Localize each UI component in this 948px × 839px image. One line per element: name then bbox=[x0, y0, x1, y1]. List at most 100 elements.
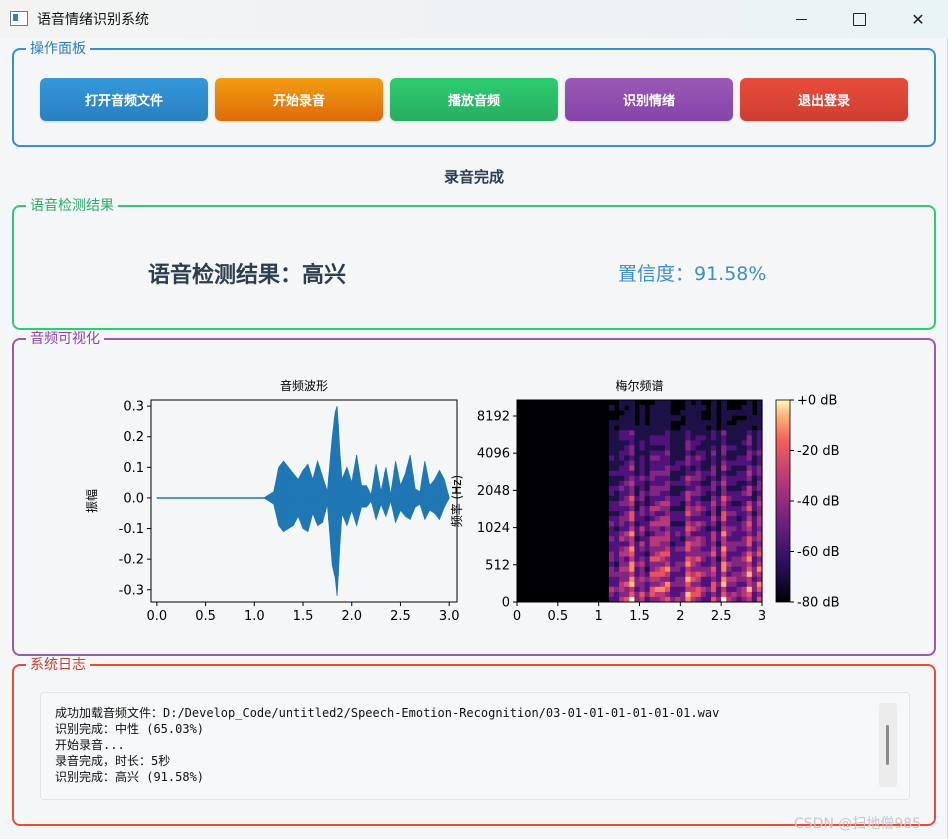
spectrogram-cell bbox=[624, 536, 630, 542]
spectrogram-cell bbox=[700, 450, 707, 457]
spectrogram-cell bbox=[746, 400, 753, 406]
play-audio-button[interactable]: 播放音频 bbox=[390, 78, 558, 121]
spectrogram-cell bbox=[685, 440, 692, 446]
spectrogram-ytick-label: 1024 bbox=[477, 521, 510, 536]
spectrogram-cell bbox=[731, 470, 738, 477]
colorbar-tick-label: -80 dB bbox=[797, 596, 840, 611]
spectrogram-cell bbox=[634, 521, 641, 527]
spectrogram-cell bbox=[741, 511, 748, 517]
spectrogram-cell bbox=[716, 571, 722, 578]
spectrogram-cell bbox=[665, 410, 671, 416]
spectrogram-cell bbox=[711, 591, 717, 598]
spectrogram-cell bbox=[695, 420, 702, 426]
spectrogram-cell bbox=[716, 445, 722, 451]
spectrogram-cell bbox=[680, 506, 686, 512]
spectrogram-cell bbox=[608, 495, 615, 502]
spectrogram-cell bbox=[654, 571, 661, 578]
spectrogram-cell bbox=[741, 586, 748, 593]
spectrogram-cell bbox=[608, 591, 615, 598]
spectrogram-cell bbox=[629, 541, 635, 547]
spectrogram-cell bbox=[619, 420, 625, 426]
spectrogram-cell bbox=[639, 541, 646, 547]
spectrogram-cell bbox=[746, 465, 753, 472]
spectrogram-cell bbox=[690, 511, 697, 517]
logout-button[interactable]: 退出登录 bbox=[740, 78, 908, 121]
spectrogram-cell bbox=[700, 465, 707, 472]
spectrogram-cell bbox=[700, 495, 707, 502]
spectrogram-cell bbox=[654, 455, 661, 462]
spectrogram-cell bbox=[685, 581, 692, 588]
spectrogram-cell bbox=[731, 410, 738, 416]
spectrogram-cell bbox=[716, 566, 722, 573]
waveform-xtick-label: 1.5 bbox=[293, 609, 314, 624]
spectrogram-cell bbox=[654, 541, 661, 547]
spectrogram-cell bbox=[751, 516, 758, 522]
spectrogram-cell bbox=[690, 430, 697, 436]
spectrogram-cell bbox=[711, 435, 717, 441]
spectrogram-cell bbox=[741, 556, 748, 563]
spectrogram-cell bbox=[721, 506, 727, 512]
recognize-emotion-button[interactable]: 识别情绪 bbox=[565, 78, 733, 121]
spectrogram-cell bbox=[711, 410, 717, 416]
spectrogram-cell bbox=[614, 460, 620, 467]
spectrogram-cell bbox=[711, 400, 717, 406]
spectrogram-cell bbox=[659, 480, 666, 487]
spectrogram-cell bbox=[670, 576, 676, 583]
spectrogram-cell bbox=[629, 465, 635, 472]
spectrogram-cell bbox=[721, 450, 727, 457]
spectrogram-cell bbox=[726, 506, 732, 512]
start-recording-button[interactable]: 开始录音 bbox=[215, 78, 383, 121]
spectrogram-cell bbox=[721, 405, 727, 411]
minimize-button[interactable] bbox=[772, 0, 830, 38]
spectrogram-cell bbox=[685, 516, 692, 522]
spectrogram-cell bbox=[659, 581, 666, 588]
spectrogram-cell bbox=[695, 536, 702, 542]
spectrogram-cell bbox=[649, 571, 656, 578]
spectrogram-cell bbox=[746, 485, 753, 492]
maximize-button[interactable] bbox=[830, 0, 888, 38]
spectrogram-cell bbox=[726, 581, 732, 588]
spectrogram-cell bbox=[659, 415, 666, 421]
spectrogram-cell bbox=[716, 541, 722, 547]
log-scrollbar[interactable] bbox=[879, 703, 897, 787]
spectrogram-cell bbox=[721, 536, 727, 542]
spectrogram-cell bbox=[644, 495, 651, 502]
spectrogram-cell bbox=[665, 576, 671, 583]
operation-panel-title: 操作面板 bbox=[26, 40, 90, 58]
spectrogram-cell bbox=[721, 566, 727, 573]
spectrogram-cell bbox=[654, 490, 661, 497]
spectrogram-cell bbox=[746, 495, 753, 502]
spectrogram-cell bbox=[716, 465, 722, 472]
log-scrollbar-thumb[interactable] bbox=[886, 725, 889, 765]
spectrogram-cell bbox=[670, 430, 676, 436]
spectrogram-cell bbox=[731, 435, 738, 441]
spectrogram-cell bbox=[746, 571, 753, 578]
spectrogram-cell bbox=[629, 591, 635, 598]
spectrogram-cell bbox=[731, 546, 738, 552]
spectrogram-cell bbox=[629, 566, 635, 573]
spectrogram-cell bbox=[624, 425, 630, 431]
spectrogram-cell bbox=[614, 541, 620, 547]
log-textbox[interactable]: 成功加载音频文件：D:/Develop_Code/untitled2/Speec… bbox=[40, 692, 910, 800]
open-audio-button[interactable]: 打开音频文件 bbox=[40, 78, 208, 121]
spectrogram-cell bbox=[634, 440, 641, 446]
spectrogram-cell bbox=[624, 546, 630, 552]
spectrogram-cell bbox=[690, 546, 697, 552]
close-button[interactable]: ✕ bbox=[889, 0, 947, 38]
spectrogram-cell bbox=[659, 400, 666, 406]
spectrogram-cell bbox=[716, 480, 722, 487]
spectrogram-cell bbox=[675, 536, 681, 542]
spectrogram-cell bbox=[624, 511, 630, 517]
spectrogram-cell bbox=[716, 455, 722, 462]
spectrogram-cell bbox=[695, 501, 702, 507]
spectrogram-cell bbox=[726, 480, 732, 487]
visualization-canvas: 音频波形振幅0.0 0.5 1.0 1.5 2.0 2.5 3.00.30.20.10.0-… bbox=[84, 378, 840, 624]
waveform-title: 音频波形 bbox=[280, 378, 328, 393]
spectrogram-cell bbox=[695, 516, 702, 522]
spectrogram-cell bbox=[634, 430, 641, 436]
spectrogram-cell bbox=[670, 551, 676, 558]
spectrogram-cell bbox=[608, 541, 615, 547]
spectrogram-cell bbox=[705, 430, 712, 436]
spectrogram-cell bbox=[716, 546, 722, 552]
spectrogram-cell bbox=[614, 435, 620, 441]
